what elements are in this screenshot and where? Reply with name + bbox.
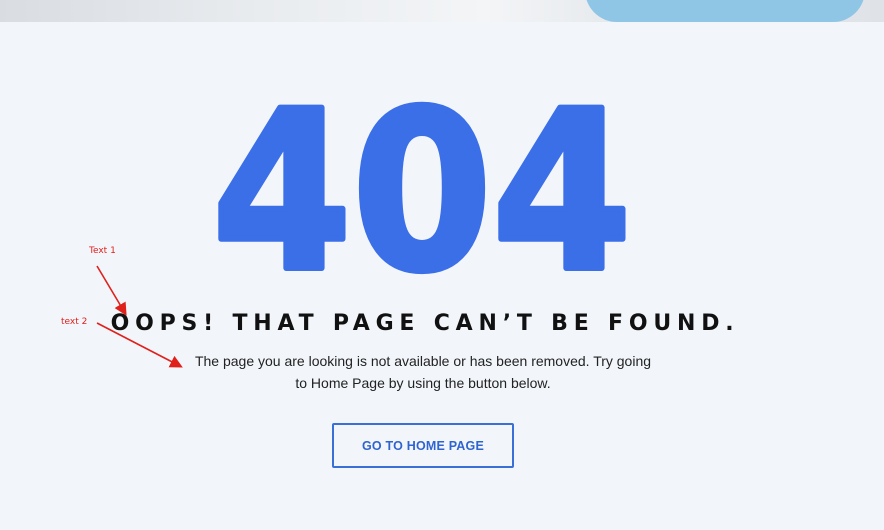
go-to-home-button[interactable]: GO TO HOME PAGE: [332, 423, 514, 468]
error-code-text: 404: [212, 98, 632, 288]
annotation-label-2: text 2: [61, 317, 88, 327]
description-line-1: The page you are looking is not availabl…: [194, 353, 652, 369]
error-code-graphic: 404: [0, 98, 884, 288]
annotation-label-1: Text 1: [89, 246, 116, 256]
top-banner-image: [0, 0, 884, 22]
page-description: The page you are looking is not availabl…: [0, 350, 846, 394]
description-line-2: to Home Page by using the button below.: [295, 375, 551, 391]
page-headline: OOPS! THAT PAGE CAN’T BE FOUND.: [110, 311, 740, 336]
banner-shape: [585, 0, 865, 22]
